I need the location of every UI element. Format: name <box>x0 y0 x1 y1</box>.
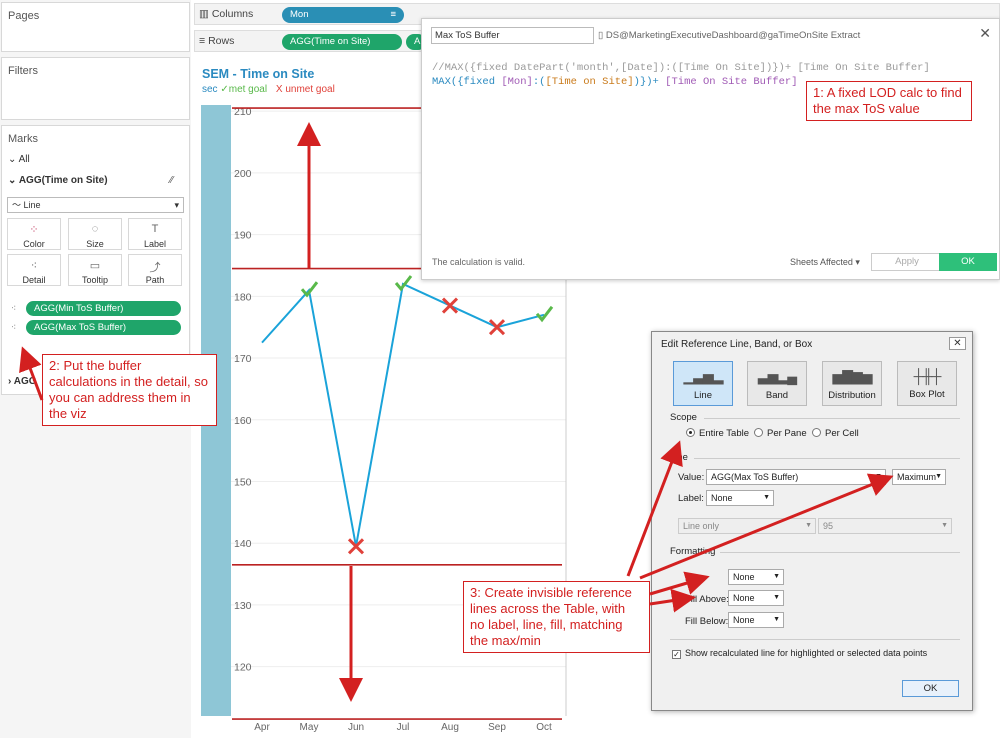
arrow-fill-above <box>649 588 696 613</box>
arrow-detail <box>19 346 44 401</box>
arrow-line-fmt <box>649 571 710 596</box>
arrow-agg <box>639 473 894 580</box>
arrow-scope <box>626 440 683 577</box>
annotation-arrows <box>19 122 894 702</box>
